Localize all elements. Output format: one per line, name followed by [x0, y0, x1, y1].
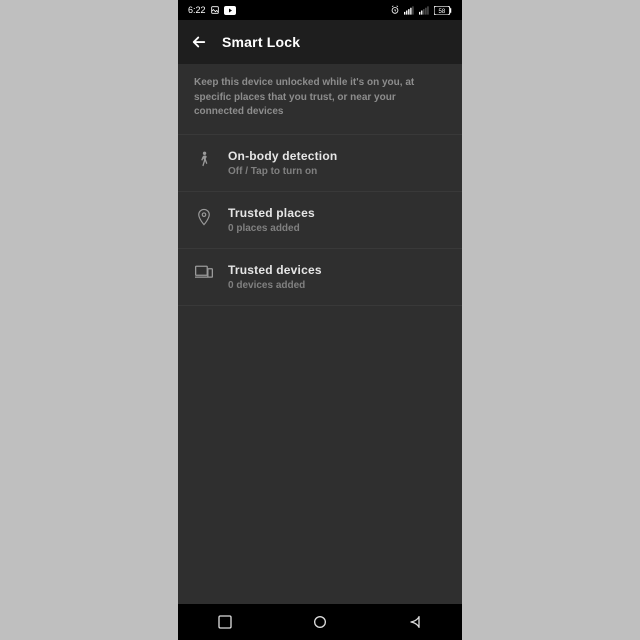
alarm-icon [390, 5, 400, 15]
battery-icon: 58 [434, 6, 452, 15]
signal-icon-2 [419, 6, 430, 15]
setting-text: On-body detection Off / Tap to turn on [228, 149, 446, 177]
svg-text:58: 58 [439, 8, 446, 14]
description-text: Keep this device unlocked while it's on … [178, 64, 462, 135]
nav-home-button[interactable] [310, 612, 330, 632]
status-right: 58 [390, 5, 452, 15]
status-time: 6:22 [188, 5, 206, 15]
setting-title: On-body detection [228, 149, 446, 163]
phone-frame: 6:22 58 Smart Lock [178, 0, 462, 640]
page-title: Smart Lock [222, 34, 300, 50]
status-bar: 6:22 58 [178, 0, 462, 20]
setting-subtitle: 0 devices added [228, 280, 446, 291]
walk-icon [190, 151, 218, 169]
youtube-icon [224, 6, 236, 15]
location-icon [190, 208, 218, 226]
setting-text: Trusted devices 0 devices added [228, 263, 446, 291]
on-body-detection-item[interactable]: On-body detection Off / Tap to turn on [178, 135, 462, 192]
signal-icon [404, 6, 415, 15]
setting-subtitle: Off / Tap to turn on [228, 166, 446, 177]
setting-title: Trusted places [228, 206, 446, 220]
screenshot-icon [210, 5, 220, 15]
trusted-devices-item[interactable]: Trusted devices 0 devices added [178, 249, 462, 306]
setting-text: Trusted places 0 places added [228, 206, 446, 234]
app-header: Smart Lock [178, 20, 462, 64]
nav-back-button[interactable] [405, 612, 425, 632]
nav-recent-button[interactable] [215, 612, 235, 632]
setting-title: Trusted devices [228, 263, 446, 277]
back-button[interactable] [190, 33, 208, 51]
setting-subtitle: 0 places added [228, 223, 446, 234]
trusted-places-item[interactable]: Trusted places 0 places added [178, 192, 462, 249]
navigation-bar [178, 604, 462, 640]
status-left: 6:22 [188, 5, 236, 15]
devices-icon [190, 265, 218, 279]
